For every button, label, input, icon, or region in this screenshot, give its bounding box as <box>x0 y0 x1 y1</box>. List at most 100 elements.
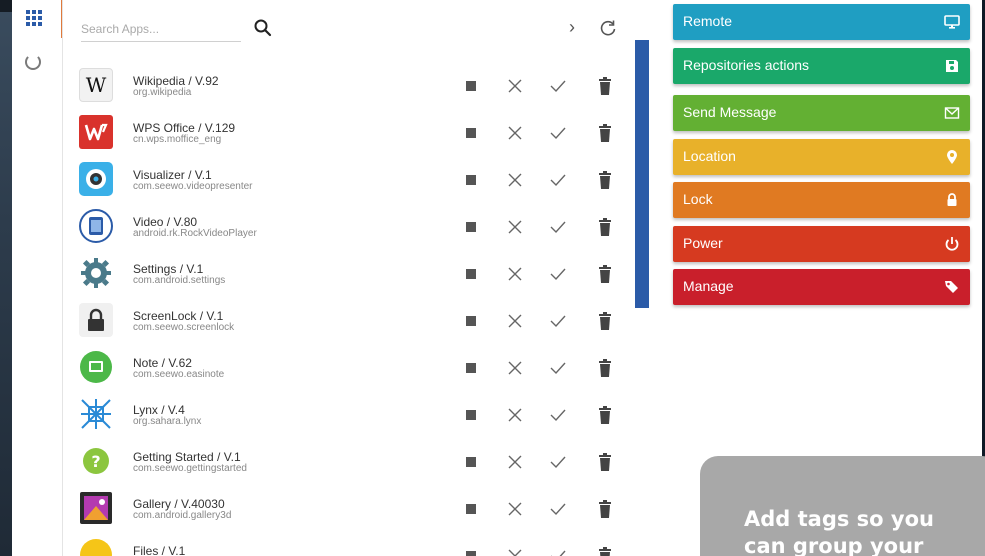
allow-app-button[interactable] <box>548 358 568 378</box>
block-app-button[interactable] <box>505 170 525 190</box>
app-row[interactable]: W Wikipedia / V.92 org.wikipedia <box>77 62 633 109</box>
uninstall-app-button[interactable] <box>595 123 615 143</box>
gallery-icon <box>79 491 113 525</box>
app-title: Gallery / V.40030 <box>133 497 225 511</box>
search-input[interactable] <box>81 16 241 42</box>
allow-app-button[interactable] <box>548 311 568 331</box>
app-list: W Wikipedia / V.92 org.wikipedia WPS Office… <box>77 62 633 556</box>
envelope-icon <box>944 105 960 121</box>
uninstall-app-button[interactable] <box>595 170 615 190</box>
app-package: com.seewo.screenlock <box>133 322 235 333</box>
allow-app-button[interactable] <box>548 123 568 143</box>
getting-started-icon: ? <box>79 444 113 478</box>
search-icon[interactable] <box>253 18 273 38</box>
uninstall-app-button[interactable] <box>595 217 615 237</box>
left-nav-rail <box>12 0 64 556</box>
app-title: Wikipedia / V.92 <box>133 74 219 88</box>
block-app-button[interactable] <box>505 264 525 284</box>
loading-spinner-icon[interactable] <box>25 54 41 70</box>
uninstall-app-button[interactable] <box>595 405 615 425</box>
note-icon <box>79 350 113 384</box>
app-title: Note / V.62 <box>133 356 192 370</box>
allow-app-button[interactable] <box>548 264 568 284</box>
uninstall-app-button[interactable] <box>595 546 615 556</box>
apps-grid-icon[interactable] <box>26 10 42 26</box>
block-app-button[interactable] <box>505 311 525 331</box>
allow-app-button[interactable] <box>548 76 568 96</box>
app-package: org.wikipedia <box>133 87 192 98</box>
allow-app-button[interactable] <box>548 452 568 472</box>
stop-app-button[interactable] <box>461 311 481 331</box>
app-row[interactable]: ? Getting Started / V.1 com.seewo.gettings… <box>77 438 633 485</box>
manage-button[interactable]: Manage <box>673 269 970 305</box>
stop-app-button[interactable] <box>461 76 481 96</box>
app-row[interactable]: Video / V.80 android.rk.RockVideoPlayer <box>77 203 633 250</box>
block-app-button[interactable] <box>505 76 525 96</box>
uninstall-app-button[interactable] <box>595 76 615 96</box>
block-app-button[interactable] <box>505 123 525 143</box>
block-app-button[interactable] <box>505 499 525 519</box>
visualizer-icon <box>79 162 113 196</box>
lynx-icon <box>79 397 113 431</box>
app-title: WPS Office / V.129 <box>133 121 236 135</box>
repositories-actions-button[interactable]: Repositories actions <box>673 48 970 84</box>
power-label: Power <box>683 235 723 251</box>
block-app-button[interactable] <box>505 452 525 472</box>
remote-label: Remote <box>683 13 733 29</box>
tags-icon <box>944 279 960 295</box>
allow-app-button[interactable] <box>548 546 568 556</box>
settings-icon <box>79 256 113 290</box>
app-title: Files / V.1 <box>133 544 186 556</box>
uninstall-app-button[interactable] <box>595 311 615 331</box>
stop-app-button[interactable] <box>461 405 481 425</box>
uninstall-app-button[interactable] <box>595 358 615 378</box>
block-app-button[interactable] <box>505 546 525 556</box>
stop-app-button[interactable] <box>461 546 481 556</box>
uninstall-app-button[interactable] <box>595 264 615 284</box>
repositories-actions-label: Repositories actions <box>683 57 810 73</box>
stop-app-button[interactable] <box>461 123 481 143</box>
scrollbar[interactable] <box>635 40 649 556</box>
app-row[interactable]: Gallery / V.40030 com.android.gallery3d <box>77 485 633 532</box>
block-app-button[interactable] <box>505 405 525 425</box>
app-row[interactable]: Lynx / V.4 org.sahara.lynx <box>77 391 633 438</box>
allow-app-button[interactable] <box>548 217 568 237</box>
scrollbar-thumb[interactable] <box>635 40 649 308</box>
stop-app-button[interactable] <box>461 170 481 190</box>
app-row[interactable]: WPS Office / V.129 cn.wps.moffice_eng <box>77 109 633 156</box>
block-app-button[interactable] <box>505 217 525 237</box>
refresh-icon[interactable] <box>598 18 618 38</box>
block-app-button[interactable] <box>505 358 525 378</box>
app-package: com.seewo.easinote <box>133 369 225 380</box>
files-icon <box>79 538 113 556</box>
stop-app-button[interactable] <box>461 452 481 472</box>
stop-app-button[interactable] <box>461 358 481 378</box>
stop-app-button[interactable] <box>461 499 481 519</box>
app-row[interactable]: Visualizer / V.1 com.seewo.videopresenter <box>77 156 633 203</box>
power-button[interactable]: Power <box>673 226 970 262</box>
search-bar: › <box>77 10 637 44</box>
app-row[interactable]: Files / V.1 <box>77 532 633 556</box>
manage-label: Manage <box>683 278 734 294</box>
app-title: Settings / V.1 <box>133 262 204 276</box>
app-row[interactable]: ScreenLock / V.1 com.seewo.screenlock <box>77 297 633 344</box>
allow-app-button[interactable] <box>548 405 568 425</box>
chevron-right-icon[interactable]: › <box>563 16 581 38</box>
allow-app-button[interactable] <box>548 170 568 190</box>
stop-app-button[interactable] <box>461 217 481 237</box>
remote-button[interactable]: Remote <box>673 4 970 40</box>
monitor-icon <box>944 14 960 30</box>
send-message-button[interactable]: Send Message <box>673 95 970 131</box>
allow-app-button[interactable] <box>548 499 568 519</box>
uninstall-app-button[interactable] <box>595 499 615 519</box>
app-row[interactable]: Settings / V.1 com.android.settings <box>77 250 633 297</box>
uninstall-app-button[interactable] <box>595 452 615 472</box>
lock-button[interactable]: Lock <box>673 182 970 218</box>
video-icon <box>79 209 113 243</box>
save-icon <box>944 58 960 74</box>
app-package: com.seewo.gettingstarted <box>133 463 247 474</box>
app-title: Video / V.80 <box>133 215 198 229</box>
app-row[interactable]: Note / V.62 com.seewo.easinote <box>77 344 633 391</box>
location-button[interactable]: Location <box>673 139 970 175</box>
stop-app-button[interactable] <box>461 264 481 284</box>
